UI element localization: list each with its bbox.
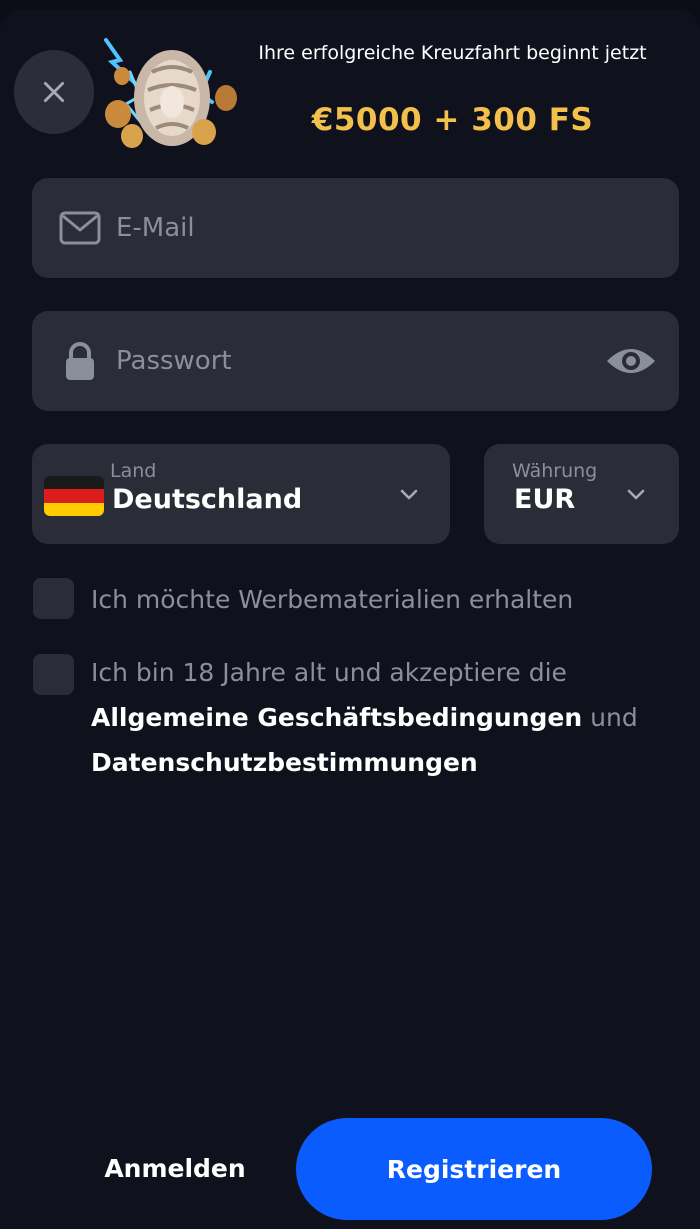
germany-flag-icon	[44, 476, 104, 516]
email-input[interactable]	[116, 178, 586, 278]
terms-link[interactable]: Allgemeine Geschäftsbedingungen	[91, 703, 582, 732]
promo-title: Ihre erfolgreiche Kreuzfahrt beginnt jet…	[258, 42, 647, 64]
terms-checkbox[interactable]	[33, 654, 74, 695]
seashell-coins-icon	[104, 38, 237, 148]
currency-select[interactable]: Währung EUR	[484, 444, 679, 544]
terms-text: Ich bin 18 Jahre alt und akzeptiere die …	[91, 650, 651, 785]
email-field[interactable]	[32, 178, 679, 278]
login-button[interactable]: Anmelden	[80, 1118, 270, 1218]
currency-label: Währung	[512, 460, 598, 482]
password-field[interactable]	[32, 311, 679, 411]
eye-icon[interactable]	[605, 341, 657, 381]
country-value: Deutschland	[112, 484, 303, 515]
chevron-down-icon	[627, 489, 645, 500]
promo-checkbox[interactable]	[33, 578, 74, 619]
registration-panel: Ihre erfolgreiche Kreuzfahrt beginnt jet…	[0, 10, 700, 1229]
chevron-down-icon	[400, 489, 418, 500]
promo-amount: €5000 + 300 FS	[311, 102, 594, 138]
country-select[interactable]: Land Deutschland	[32, 444, 450, 544]
terms-text-before: Ich bin 18 Jahre alt und akzeptiere die	[91, 658, 567, 687]
close-button[interactable]	[14, 50, 94, 134]
register-button[interactable]: Registrieren	[296, 1118, 652, 1220]
country-label: Land	[110, 460, 157, 482]
promo-checkbox-label: Ich möchte Werbematerialien erhalten	[91, 585, 574, 614]
terms-text-middle: und	[582, 703, 638, 732]
password-input[interactable]	[116, 311, 586, 411]
lock-icon	[66, 342, 94, 380]
mail-icon	[59, 211, 101, 245]
close-icon	[43, 81, 65, 103]
currency-value: EUR	[514, 484, 576, 515]
privacy-link[interactable]: Datenschutzbestimmungen	[91, 748, 478, 777]
